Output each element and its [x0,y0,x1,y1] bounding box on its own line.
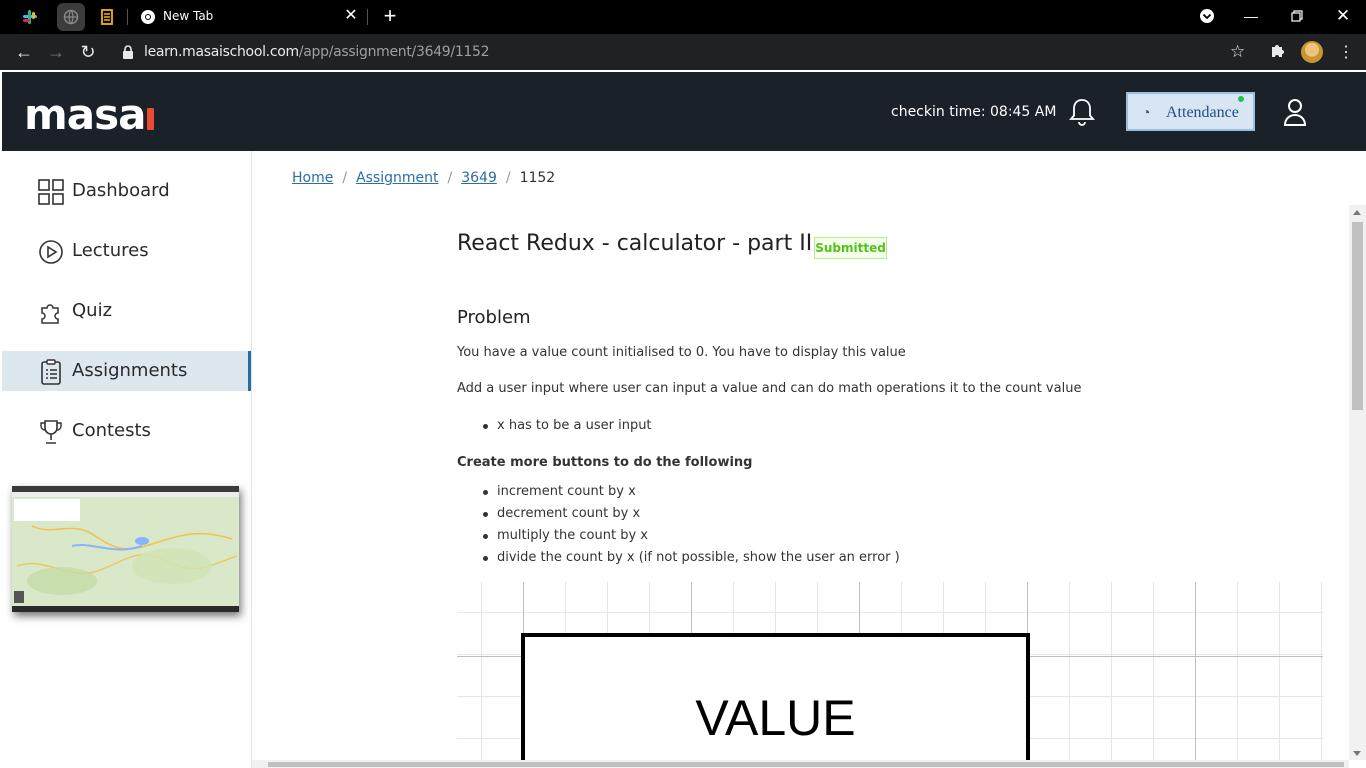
tab-search-icon[interactable] [1195,5,1219,27]
breadcrumb-separator: / [505,170,511,186]
scrollbar-thumb[interactable] [268,762,1344,767]
list-item: divide the count by x (if not possible, … [483,550,900,565]
diagram-gridline [1195,582,1196,762]
problem-paragraph-1: You have a value count initialised to 0.… [457,345,906,360]
breadcrumb: Home / Assignment / 3649 / 1152 [292,170,555,186]
sidebar-label: Contests [72,420,151,441]
tab-close-icon[interactable]: ✕ [342,7,360,25]
profile-avatar[interactable] [1301,41,1323,63]
floating-window-thumbnail[interactable] [12,486,239,612]
sidebar-label: Assignments [72,360,188,381]
sidebar-item-dashboard[interactable]: Dashboard [2,171,251,211]
status-badge: Submitted [814,237,887,259]
value-text: VALUE [695,690,856,746]
slack-tab-icon[interactable] [19,6,41,28]
clipboard-icon [38,359,64,385]
logo-text: masa [24,90,146,139]
chrome-icon [137,6,159,28]
forward-icon[interactable]: → [45,41,67,63]
horizontal-scrollbar[interactable] [252,760,1349,768]
sidebar-item-assignments[interactable]: Assignments [2,351,251,391]
vertical-scrollbar[interactable] [1349,205,1366,760]
sidebar-item-lectures[interactable]: Lectures [2,231,251,271]
sidebar: Dashboard Lectures Quiz Assignments Cont… [2,151,252,768]
list-item: increment count by x [483,484,636,499]
scroll-up-arrow-icon[interactable] [1353,210,1361,215]
url-text[interactable]: learn.masaischool.com/app/assignment/364… [144,44,490,60]
attendance-label: Attendance [1166,104,1239,121]
url-host: learn.masaischool.com [144,44,299,60]
scroll-down-arrow-icon[interactable] [1353,751,1361,756]
restore-icon[interactable] [1285,5,1309,27]
breadcrumb-home[interactable]: Home [292,170,333,186]
breadcrumb-separator: / [342,170,348,186]
breadcrumb-assignment[interactable]: Assignment [356,170,438,186]
list-item: decrement count by x [482,506,641,521]
problem-paragraph-2: Add a user input where user can input a … [457,381,1082,396]
sidebar-label: Quiz [72,300,113,321]
sidebar-item-quiz[interactable]: Quiz [2,291,251,331]
globe-tab-icon[interactable] [57,3,85,31]
lock-icon [122,45,134,59]
new-tab-plus-icon[interactable]: + [379,4,401,28]
trophy-icon [38,419,64,445]
reload-icon[interactable]: ↻ [77,41,99,63]
breadcrumb-id[interactable]: 3649 [461,170,497,186]
list-item: multiply the count by x [483,528,648,543]
value-display-box: VALUE [521,633,1030,762]
notes-tab-icon[interactable] [96,6,118,28]
scrollbar-thumb[interactable] [1352,222,1363,410]
back-icon[interactable]: ← [13,41,35,63]
browser-titlebar: New Tab ✕ + — ✕ [0,0,1366,34]
wireframe-diagram-image: VALUE [457,582,1323,762]
clock-icon: ◔ [1142,104,1151,120]
sidebar-label: Lectures [72,240,149,261]
sidebar-item-contests[interactable]: Contests [2,411,251,451]
online-status-dot [1238,96,1244,102]
logo-accent [147,108,155,130]
checkin-time: checkin time: 08:45 AM [891,104,1057,120]
chrome-menu-icon[interactable]: ⋮ [1338,42,1354,62]
bookmark-star-icon[interactable]: ☆ [1230,42,1245,62]
problem-heading: Problem [457,307,531,328]
minimize-icon[interactable]: — [1239,5,1263,27]
close-window-icon[interactable]: ✕ [1331,5,1355,27]
page-title: React Redux - calculator - part II [457,231,813,256]
tab-title: New Tab [163,9,214,23]
grid-icon [38,179,64,205]
breadcrumb-separator: / [447,170,453,186]
play-circle-icon [38,239,64,265]
subheading-buttons: Create more buttons to do the following [457,455,753,470]
user-account-icon[interactable] [1283,98,1307,126]
breadcrumb-current: 1152 [519,170,556,186]
list-item: x has to be a user input [483,418,652,433]
attendance-button[interactable]: ◔ Attendance [1126,92,1255,131]
puzzle-icon [38,299,64,325]
masai-logo[interactable]: masa [24,90,155,139]
sidebar-label: Dashboard [72,180,170,201]
url-path: /app/assignment/3649/1152 [298,44,490,60]
notification-bell-icon[interactable] [1068,97,1096,127]
extensions-puzzle-icon[interactable] [1270,42,1286,63]
